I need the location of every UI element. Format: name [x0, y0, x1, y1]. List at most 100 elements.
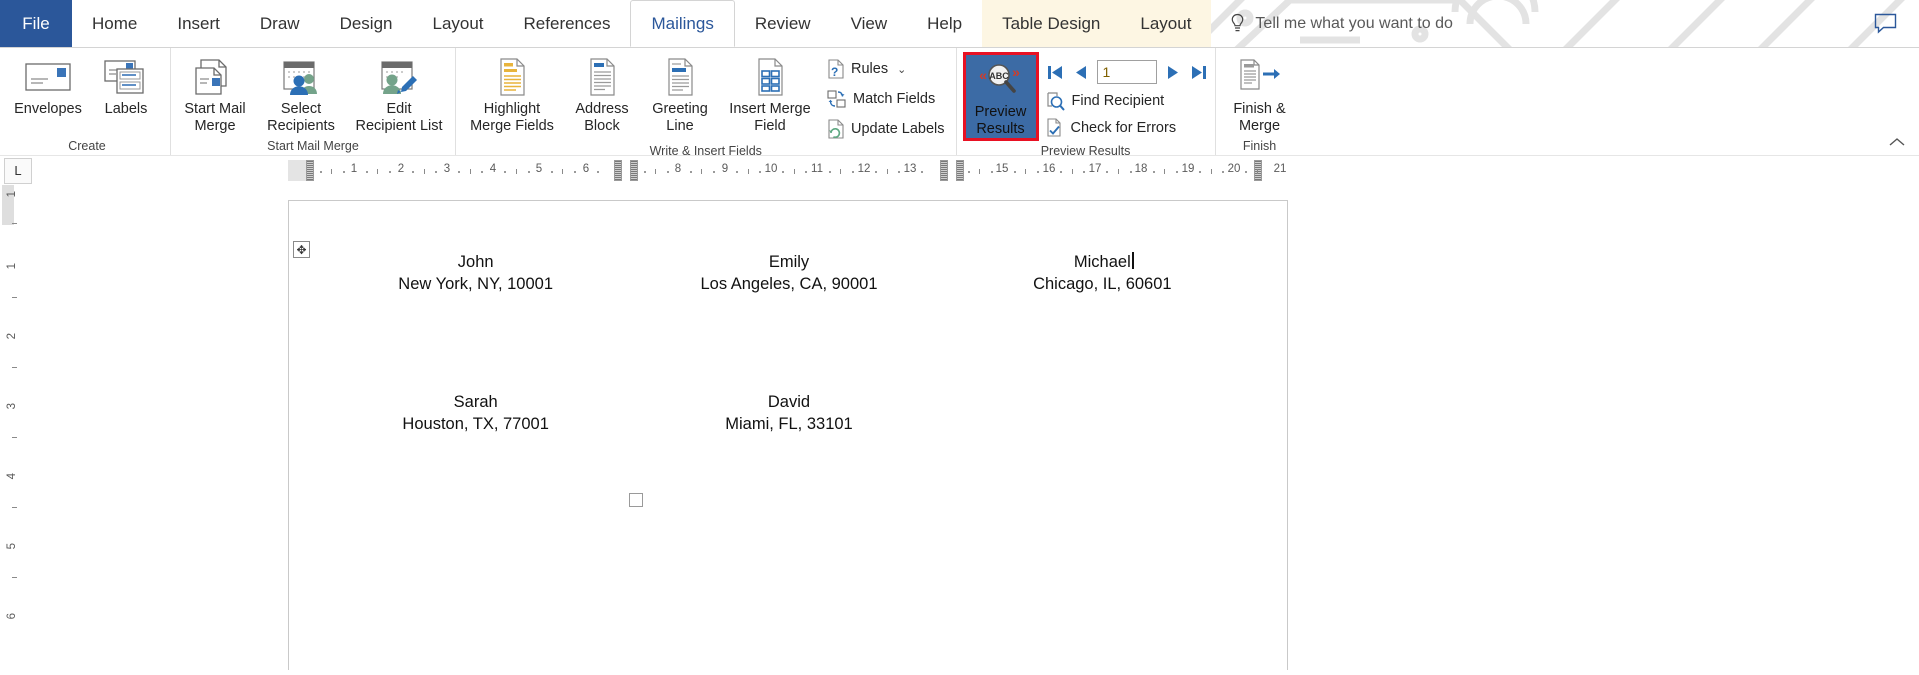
- ruler-number: 4: [489, 163, 497, 175]
- vruler-number: 6: [6, 613, 18, 620]
- address-block-button[interactable]: Address Block: [564, 52, 640, 136]
- vruler-number: 1: [6, 263, 18, 270]
- record-number-input[interactable]: 1: [1096, 60, 1157, 84]
- tab-mailings[interactable]: Mailings: [630, 0, 735, 47]
- horizontal-ruler[interactable]: 1 2 3 4 5 6 8 9 10 11 12 13 15 16 17 18 …: [288, 160, 1288, 181]
- highlight-merge-fields-button[interactable]: Highlight Merge Fields: [462, 52, 562, 136]
- ruler-number: 8: [674, 163, 682, 175]
- finish-and-merge-label: Finish & Merge: [1233, 101, 1286, 134]
- ribbon-group-finish: Finish & Merge Finish: [1214, 48, 1304, 156]
- tab-home[interactable]: Home: [72, 0, 157, 47]
- ribbon-group-write-insert-fields: Highlight Merge Fields Address Block Gre…: [455, 48, 956, 158]
- tab-review-label: Review: [754, 13, 811, 33]
- collapse-ribbon-button[interactable]: [1889, 134, 1905, 151]
- ruler-cell-marker[interactable]: [630, 160, 638, 181]
- tab-layout-label: Layout: [432, 13, 484, 33]
- ruler-number: 5: [535, 163, 543, 175]
- label-address: Miami, FL, 33101: [725, 415, 853, 433]
- tab-stop-selector[interactable]: L: [4, 157, 32, 184]
- ruler-number: 15: [995, 163, 1009, 175]
- ribbon-group-start-mail-merge: Start Mail Merge Select Recipients Edit …: [170, 48, 455, 156]
- label-name: David: [767, 393, 811, 411]
- document-page[interactable]: ✥ John New York, NY, 10001 Emily Los Ang…: [288, 200, 1288, 670]
- rules-icon: ?: [828, 59, 844, 79]
- vruler-number: 4: [6, 473, 18, 480]
- tab-view[interactable]: View: [831, 0, 908, 47]
- ribbon-tab-bar: File Home Insert Draw Design Layout Refe…: [0, 0, 1919, 47]
- tab-review[interactable]: Review: [735, 0, 831, 47]
- ruler-cell-marker[interactable]: [956, 160, 964, 181]
- find-recipient-button[interactable]: Find Recipient: [1041, 89, 1209, 113]
- edit-recipient-list-button[interactable]: Edit Recipient List: [349, 52, 449, 136]
- check-for-errors-button[interactable]: Check for Errors: [1041, 116, 1209, 140]
- greeting-line-icon: [662, 56, 698, 98]
- previous-record-icon[interactable]: [1073, 64, 1089, 81]
- select-recipients-icon: [279, 56, 323, 98]
- tab-references[interactable]: References: [504, 0, 631, 47]
- select-recipients-button[interactable]: Select Recipients: [255, 52, 347, 136]
- next-record-icon[interactable]: [1165, 64, 1181, 81]
- ruler-cell-marker[interactable]: [614, 160, 622, 181]
- highlight-merge-fields-label: Highlight Merge Fields: [470, 101, 554, 134]
- ruler-number: 2: [397, 163, 405, 175]
- ruler-cell-marker[interactable]: [1254, 160, 1262, 181]
- label-address: Los Angeles, CA, 90001: [700, 275, 878, 293]
- update-labels-button[interactable]: Update Labels: [822, 117, 950, 141]
- tab-draw[interactable]: Draw: [240, 0, 320, 47]
- check-for-errors-label: Check for Errors: [1070, 120, 1177, 136]
- table-cell[interactable]: John New York, NY, 10001: [319, 251, 632, 295]
- label-address: New York, NY, 10001: [398, 275, 554, 293]
- table-move-handle-icon[interactable]: ✥: [293, 241, 310, 258]
- start-mail-merge-button[interactable]: Start Mail Merge: [177, 52, 253, 136]
- tab-layout[interactable]: Layout: [412, 0, 503, 47]
- envelopes-button[interactable]: Envelopes: [10, 52, 86, 136]
- last-record-icon[interactable]: [1189, 64, 1209, 81]
- tab-table-layout[interactable]: Layout: [1120, 0, 1212, 47]
- select-recipients-label: Select Recipients: [267, 101, 335, 134]
- greeting-line-button[interactable]: Greeting Line: [642, 52, 718, 136]
- match-fields-button[interactable]: Match Fields: [822, 87, 950, 111]
- document-workspace: 1 1 2 3 4 5 6 ✥ John New York, NY, 10001…: [0, 185, 1919, 675]
- rules-button[interactable]: ? Rules ⌄: [822, 57, 950, 81]
- tab-design[interactable]: Design: [320, 0, 413, 47]
- match-fields-label: Match Fields: [853, 91, 936, 107]
- preview-results-button[interactable]: ABC « » Preview Results: [962, 52, 1039, 141]
- tab-stop-marker: L: [14, 163, 22, 178]
- ruler-band: L 1 2 3 4 5 6 8 9 10 11 12 13 15 16 17 1…: [0, 155, 1919, 185]
- table-cell[interactable]: Emily Los Angeles, CA, 90001: [632, 251, 945, 295]
- table-cell[interactable]: David Miami, FL, 33101: [632, 391, 945, 435]
- finish-and-merge-button[interactable]: Finish & Merge: [1222, 52, 1298, 136]
- tab-help[interactable]: Help: [907, 0, 982, 47]
- ruler-cell-marker[interactable]: [306, 160, 314, 181]
- update-labels-label: Update Labels: [851, 121, 945, 137]
- tab-home-label: Home: [92, 13, 138, 33]
- lightbulb-icon: [1232, 13, 1244, 32]
- tell-me-search[interactable]: Tell me what you want to do: [1211, 0, 1874, 47]
- preview-results-controls: 1 Find Recipient Check for Errors: [1041, 52, 1209, 140]
- labels-button[interactable]: Labels: [88, 52, 164, 136]
- ruler-number: 18: [1134, 163, 1148, 175]
- table-cell[interactable]: Sarah Houston, TX, 77001: [319, 391, 632, 435]
- tab-table-design-label: Table Design: [1002, 13, 1101, 33]
- vertical-ruler[interactable]: 1 1 2 3 4 5 6: [0, 185, 28, 675]
- edit-recipient-list-label: Edit Recipient List: [355, 101, 443, 134]
- table-cell[interactable]: [946, 391, 1259, 435]
- tab-insert[interactable]: Insert: [157, 0, 240, 47]
- greeting-line-label: Greeting Line: [652, 101, 708, 134]
- first-record-icon[interactable]: [1045, 64, 1065, 81]
- table-cell[interactable]: Michael Chicago, IL, 60601: [946, 251, 1259, 295]
- comments-button[interactable]: [1874, 0, 1919, 47]
- tab-table-design[interactable]: Table Design: [982, 0, 1121, 47]
- svg-text:ABC: ABC: [989, 71, 1009, 81]
- ruler-number: 10: [764, 163, 778, 175]
- insert-merge-field-button[interactable]: Insert Merge Field: [720, 52, 820, 136]
- tab-insert-label: Insert: [177, 13, 220, 33]
- ribbon-group-preview-results: ABC « » Preview Results 1 Find Recipient…: [955, 48, 1215, 158]
- insert-merge-field-label: Insert Merge Field: [729, 101, 811, 134]
- label-name: John: [457, 253, 494, 271]
- ruler-cell-marker[interactable]: [940, 160, 948, 181]
- vruler-number: 3: [6, 403, 18, 410]
- tab-file[interactable]: File: [0, 0, 72, 47]
- ruler-number: 1: [350, 163, 358, 175]
- rules-label: Rules: [851, 61, 889, 77]
